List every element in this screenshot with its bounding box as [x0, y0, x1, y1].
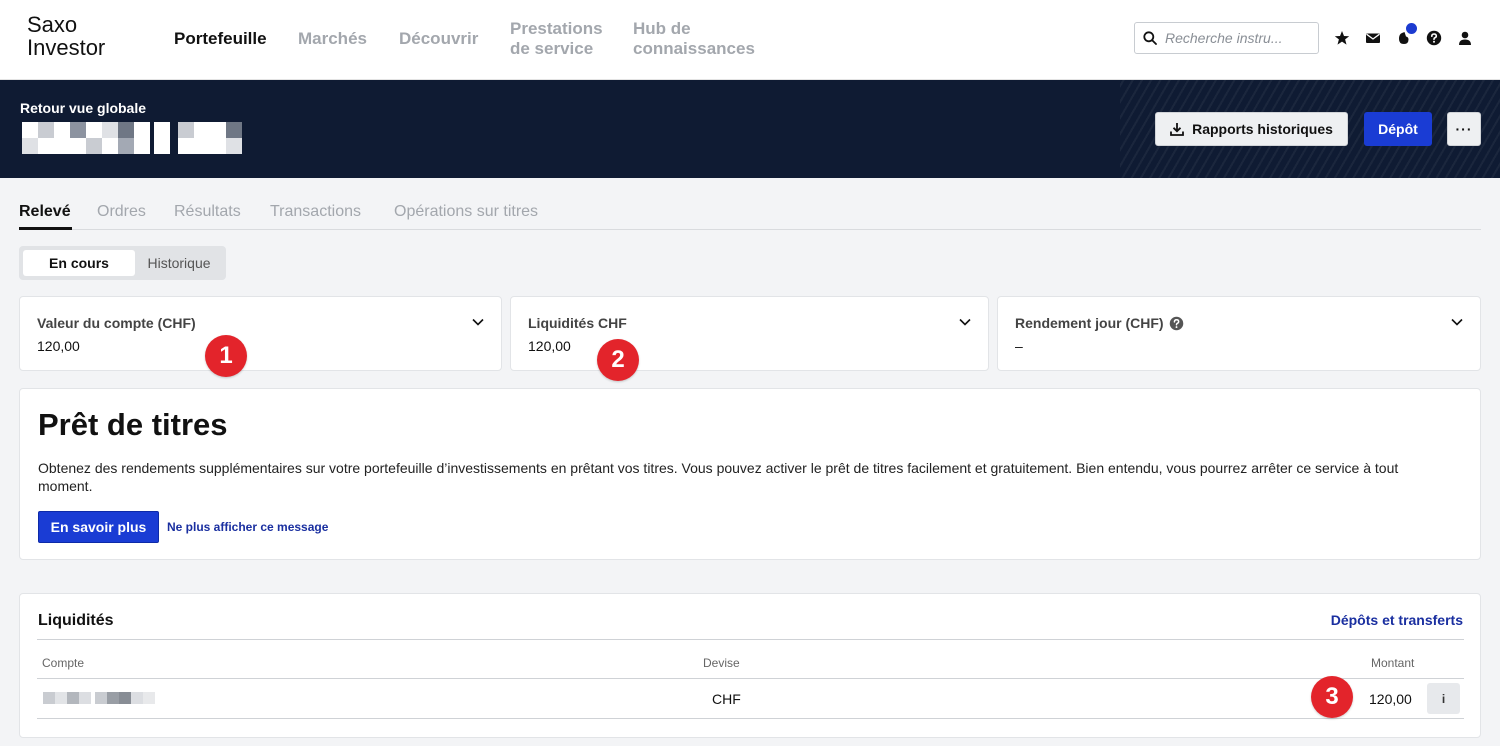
row-info-button[interactable]: i	[1427, 683, 1460, 714]
nav-hub-line-2: connaissances	[633, 39, 755, 58]
account-name-redacted	[22, 122, 244, 154]
saxo-investor-logo[interactable]: Saxo Investor	[27, 13, 105, 59]
download-icon	[1170, 123, 1184, 136]
tab-results[interactable]: Résultats	[174, 203, 241, 221]
help-icon[interactable]	[1169, 316, 1184, 331]
divider	[37, 639, 1464, 640]
toggle-current[interactable]: En cours	[23, 250, 135, 276]
nav-discover[interactable]: Découvrir	[399, 29, 478, 49]
search-input[interactable]	[1165, 28, 1315, 48]
daily-return-amount: –	[1015, 338, 1023, 354]
deposit-button[interactable]: Dépôt	[1364, 112, 1432, 146]
nav-markets[interactable]: Marchés	[298, 29, 367, 49]
tab-orders[interactable]: Ordres	[97, 203, 146, 221]
star-icon[interactable]	[1334, 30, 1352, 48]
securities-lending-promo: Prêt de titres Obtenez des rendements su…	[19, 388, 1481, 560]
learn-more-button[interactable]: En savoir plus	[38, 511, 159, 543]
back-to-overview-link[interactable]: Retour vue globale	[20, 100, 146, 116]
tab-corporate-actions[interactable]: Opérations sur titres	[394, 203, 538, 221]
column-header-account: Compte	[42, 656, 85, 670]
nav-services-line-1: Prestations	[510, 19, 603, 38]
top-navigation: Saxo Investor Portefeuille Marchés Décou…	[0, 0, 1500, 80]
help-icon[interactable]	[1426, 30, 1444, 48]
divider	[37, 678, 1464, 679]
cash-chf-title: Liquidités CHF	[528, 315, 627, 331]
liquidity-card: Liquidités Dépôts et transferts Compte D…	[19, 593, 1481, 738]
row-currency: CHF	[712, 691, 741, 707]
daily-return-card[interactable]: Rendement jour (CHF) –	[997, 296, 1481, 371]
chevron-down-icon[interactable]	[1450, 315, 1464, 329]
account-number-redacted	[43, 692, 155, 704]
deposits-transfers-link[interactable]: Dépôts et transferts	[1331, 612, 1463, 628]
more-options-button[interactable]: ···	[1447, 112, 1481, 146]
account-value-card[interactable]: Valeur du compte (CHF) 120,00	[19, 296, 502, 371]
nav-services[interactable]: Prestations de service	[510, 19, 603, 59]
active-tab-indicator	[19, 227, 72, 230]
period-toggle: En cours Historique	[19, 246, 226, 280]
search-box[interactable]	[1134, 22, 1319, 54]
toggle-history[interactable]: Historique	[135, 250, 223, 276]
historical-reports-label: Rapports historiques	[1192, 121, 1333, 137]
liquidity-title: Liquidités	[38, 612, 114, 629]
callout-badge-2: 2	[597, 339, 639, 381]
nav-knowledge-hub[interactable]: Hub de connaissances	[633, 19, 755, 59]
nav-hub-line-1: Hub de	[633, 19, 691, 38]
column-header-currency: Devise	[703, 656, 740, 670]
row-amount: 120,00	[1369, 691, 1412, 707]
dismiss-message-link[interactable]: Ne plus afficher ce message	[167, 520, 328, 534]
promo-title: Prêt de titres	[38, 407, 228, 442]
user-icon[interactable]	[1457, 30, 1475, 48]
account-value-amount: 120,00	[37, 338, 80, 354]
daily-return-title: Rendement jour (CHF)	[1015, 315, 1164, 331]
promo-text: Obtenez des rendements supplémentaires s…	[38, 460, 1399, 494]
tab-transactions[interactable]: Transactions	[270, 203, 361, 221]
chevron-down-icon[interactable]	[471, 315, 485, 329]
logo-line-1: Saxo	[27, 12, 78, 37]
historical-reports-button[interactable]: Rapports historiques	[1155, 112, 1348, 146]
logo-line-2: Investor	[27, 35, 106, 60]
cash-chf-card[interactable]: Liquidités CHF 120,00	[510, 296, 989, 371]
mail-icon[interactable]	[1365, 30, 1383, 48]
tab-statement[interactable]: Relevé	[19, 203, 71, 221]
daily-return-title-wrap: Rendement jour (CHF)	[1015, 315, 1184, 331]
nav-services-line-2: de service	[510, 39, 594, 58]
divider	[37, 718, 1464, 719]
cash-chf-amount: 120,00	[528, 338, 571, 354]
column-header-amount: Montant	[1371, 656, 1415, 670]
notification-dot	[1406, 23, 1417, 34]
chevron-down-icon[interactable]	[958, 315, 972, 329]
nav-portfolio[interactable]: Portefeuille	[174, 29, 267, 49]
search-icon	[1143, 31, 1157, 45]
callout-badge-3: 3	[1311, 676, 1353, 718]
account-value-title: Valeur du compte (CHF)	[37, 315, 196, 331]
callout-badge-1: 1	[205, 335, 247, 377]
account-header: Retour vue globale Rapports historiques …	[0, 80, 1500, 178]
account-tabs: Relevé Ordres Résultats Transactions Opé…	[19, 201, 1481, 230]
